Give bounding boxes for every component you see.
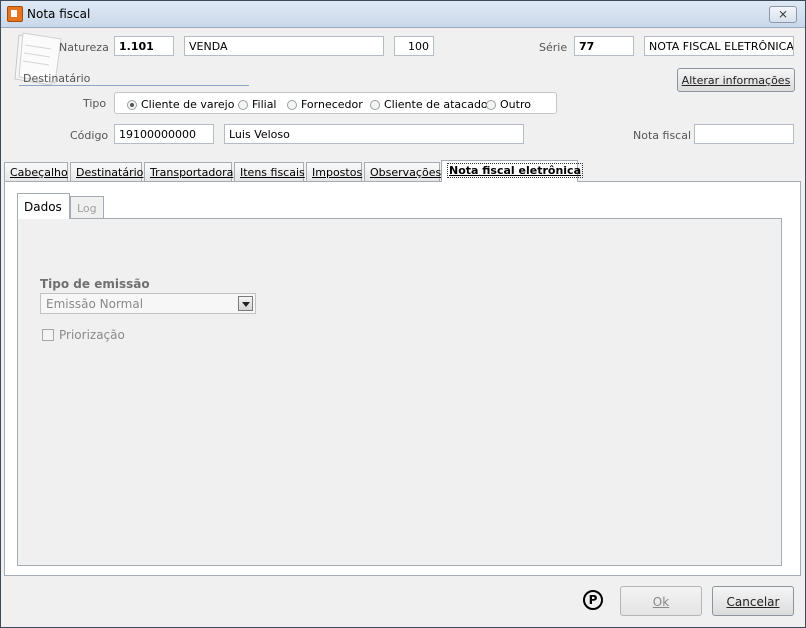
close-button[interactable]: ⨯ — [769, 6, 797, 23]
tab-cabecalho[interactable]: Cabeçalho — [4, 162, 68, 181]
subtab-log[interactable]: Log — [70, 196, 104, 219]
tab-itens-fiscais[interactable]: Itens fiscais — [234, 162, 305, 181]
radio-button[interactable] — [287, 99, 297, 110]
priorizacao-checkbox[interactable] — [42, 329, 54, 341]
alterar-informacoes-button[interactable]: Alterar informações — [677, 68, 795, 92]
tab-transportadora[interactable]: Transportadora — [144, 162, 233, 181]
tipo-emissao-select[interactable]: Emissão Normal — [40, 293, 256, 314]
radio-button[interactable] — [238, 99, 248, 110]
cancelar-button[interactable]: Cancelar — [712, 586, 794, 616]
codigo-field[interactable]: 19100000000 — [114, 124, 214, 144]
radio-fornecedor[interactable]: Fornecedor — [287, 98, 363, 111]
radio-button[interactable] — [486, 99, 496, 110]
radio-button[interactable] — [127, 99, 137, 110]
tab-destinatario[interactable]: Destinatário — [70, 162, 143, 181]
chevron-down-icon[interactable] — [238, 296, 253, 311]
priorizacao-label: Priorização — [59, 328, 125, 342]
cliente-nome-field[interactable]: Luis Veloso — [224, 124, 524, 144]
natureza-num-field[interactable]: 100 — [394, 36, 434, 56]
radio-cliente-atacado[interactable]: Cliente de atacado — [370, 98, 488, 111]
serie-label: Série — [539, 41, 568, 54]
tipo-label: Tipo — [83, 97, 107, 110]
natureza-code-field[interactable]: 1.101 — [114, 36, 174, 56]
ok-button[interactable]: Ok — [620, 586, 702, 616]
dados-panel — [17, 218, 782, 566]
subtab-dados[interactable]: Dados — [17, 193, 70, 219]
tipo-radio-group: Cliente de varejo Filial Fornecedor Clie… — [114, 92, 557, 114]
app-icon — [7, 6, 23, 22]
serie-desc-field[interactable]: NOTA FISCAL ELETRÔNICA — [644, 36, 794, 56]
nota-fiscal-label: Nota fiscal — [633, 129, 692, 142]
nota-fiscal-field[interactable] — [694, 124, 794, 144]
radio-cliente-varejo[interactable]: Cliente de varejo — [127, 98, 234, 111]
radio-filial[interactable]: Filial — [238, 98, 277, 111]
tab-observacoes[interactable]: Observações — [364, 162, 441, 181]
tab-nota-fiscal-eletronica[interactable]: Nota fiscal eletrônica — [441, 160, 583, 182]
nota-fiscal-window: Nota fiscal ⨯ Natureza 1.101 VENDA 100 S… — [0, 0, 806, 628]
serie-field[interactable]: 77 — [574, 36, 634, 56]
tab-impostos[interactable]: Impostos — [306, 162, 362, 181]
codigo-label: Código — [70, 129, 109, 142]
radio-button[interactable] — [370, 99, 380, 110]
title-bar[interactable]: Nota fiscal ⨯ — [1, 1, 805, 28]
natureza-label: Natureza — [59, 41, 109, 54]
destinatario-label: Destinatário — [23, 72, 91, 85]
radio-outro[interactable]: Outro — [486, 98, 531, 111]
window-title: Nota fiscal — [27, 7, 91, 21]
natureza-desc-field[interactable]: VENDA — [184, 36, 384, 56]
tipo-emissao-label: Tipo de emissão — [40, 277, 150, 291]
section-divider — [19, 85, 249, 86]
p-circle-icon[interactable]: P — [583, 590, 603, 610]
